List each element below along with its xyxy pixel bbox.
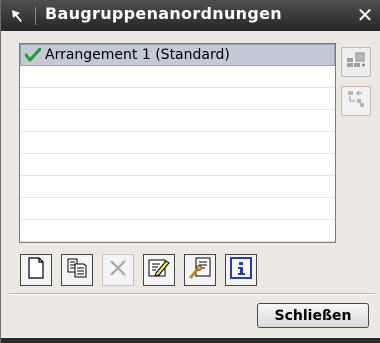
divider [9,293,375,295]
copy-arrangement-button[interactable] [61,254,93,286]
delete-arrangement-button[interactable] [102,254,134,286]
title-bar[interactable]: Baugruppenanordnungen ✕ [1,0,380,31]
rename-icon [148,258,170,282]
dialog-window: Baugruppenanordnungen ✕ Arrangement 1 (S… [0,0,380,343]
list-item[interactable] [20,176,335,198]
reorder-arrangement-icon [345,88,367,114]
list-item[interactable] [20,132,335,154]
list-item[interactable] [20,220,335,242]
copy-icon [66,257,88,283]
list-item[interactable] [20,154,335,176]
info-icon [230,257,252,283]
properties-icon [188,257,211,283]
reorder-arrangement-button[interactable] [341,86,371,116]
list-item-label: Arrangement 1 (Standard) [45,47,230,63]
arrangement-list[interactable]: Arrangement 1 (Standard) [19,43,336,243]
properties-button[interactable] [184,254,216,286]
rename-arrangement-button[interactable] [143,254,175,286]
pointer-icon [7,6,29,26]
list-item[interactable] [20,110,335,132]
close-icon[interactable]: ✕ [355,5,375,25]
list-item[interactable] [20,198,335,220]
list-item[interactable]: Arrangement 1 (Standard) [20,44,335,66]
add-arrangement-button[interactable] [341,47,371,77]
info-button[interactable] [225,254,257,286]
close-button[interactable]: Schließen [257,303,369,328]
list-item[interactable] [20,66,335,88]
title-divider [35,7,36,25]
add-arrangement-icon [345,49,367,75]
window-bottom-border [1,338,380,343]
delete-icon [109,259,127,281]
dialog-title: Baugruppenanordnungen [45,4,282,23]
new-document-icon [27,257,45,283]
list-item[interactable] [20,88,335,110]
check-icon [25,48,43,62]
new-arrangement-button[interactable] [20,254,52,286]
